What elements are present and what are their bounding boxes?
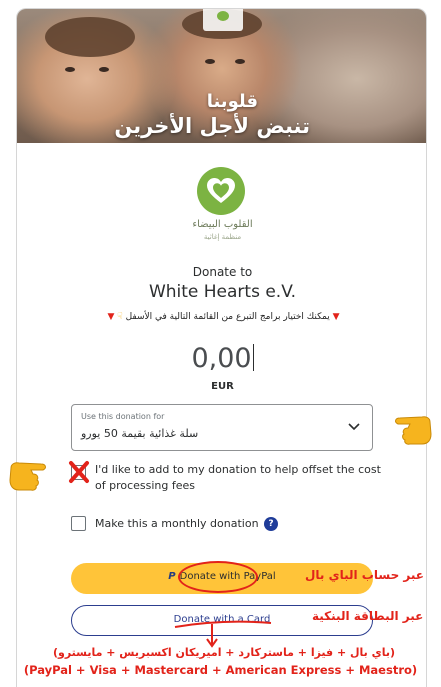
banner-eye — [99, 67, 109, 72]
banner-eye — [205, 59, 215, 64]
org-logo — [197, 167, 249, 219]
currency-label: EUR — [211, 381, 234, 392]
paypal-annotation-arabic: عبر حساب الباي بال — [305, 568, 424, 582]
cover-fees-label: I'd like to add to my donation to help o… — [95, 463, 381, 492]
red-underline-mark — [174, 620, 272, 628]
donate-to-label: Donate to — [192, 265, 253, 279]
payment-methods-arabic: (باي بال + فيزا + ماستركارد + اميريكان ا… — [52, 646, 396, 659]
banner-eye — [235, 59, 245, 64]
designation-label: Use this donation for — [81, 412, 165, 421]
paypal-logo-icon: P — [168, 571, 176, 582]
red-triangle-icon: ▼ — [107, 312, 115, 322]
banner-image: قلوبنا تنبض لأجل الأخرين — [17, 9, 426, 143]
red-cross-mark-icon — [69, 461, 89, 483]
designation-select[interactable]: Use this donation for سلة غذائية بقيمة 5… — [71, 404, 373, 451]
org-subtitle-arabic: منظمة إغاثية — [203, 233, 242, 241]
banner-logo-heart-icon — [217, 11, 229, 21]
red-highlight-circle — [178, 561, 258, 593]
banner-eye — [65, 67, 75, 72]
designation-value: سلة غذائية بقيمة 50 يورو — [81, 427, 199, 440]
card-annotation-arabic: عبر البطاقة البنكية — [312, 609, 424, 623]
heart-icon — [207, 178, 235, 203]
text-caret — [252, 344, 254, 371]
amount-input[interactable]: 0,00 — [17, 343, 426, 374]
org-title: White Hearts e.V. — [148, 282, 297, 302]
payment-methods-english: (PayPal + Visa + Mastercard + American E… — [23, 663, 418, 677]
banner-slogan-line1: قلوبنا — [206, 91, 258, 112]
arabic-instruction-note: ▼ يمكنك اختيار برامج التبرع من القائمة ا… — [61, 312, 386, 322]
monthly-donation-label: Make this a monthly donation — [95, 517, 259, 530]
donation-card: قلوبنا تنبض لأجل الأخرين القلوب البيضاء … — [16, 8, 427, 687]
banner-logo — [203, 9, 243, 31]
chevron-down-icon — [348, 423, 360, 431]
pointing-right-hand-icon — [9, 462, 46, 491]
org-name-arabic: القلوب البيضاء — [192, 219, 253, 230]
amount-value: 0,00 — [191, 343, 252, 374]
pointing-left-hand-icon — [395, 416, 432, 445]
banner-slogan-line2: تنبض لأجل الأخرين — [114, 114, 310, 138]
red-triangle-icon: ▼ — [332, 312, 340, 322]
help-icon[interactable]: ? — [264, 517, 278, 531]
arabic-instruction-text: يمكنك اختيار برامج التبرع من القائمة الت… — [125, 312, 330, 322]
banner-child-hair-left — [45, 17, 135, 57]
pointing-down-hand-icon: ☟ — [117, 312, 123, 322]
monthly-donation-checkbox[interactable] — [71, 516, 86, 531]
